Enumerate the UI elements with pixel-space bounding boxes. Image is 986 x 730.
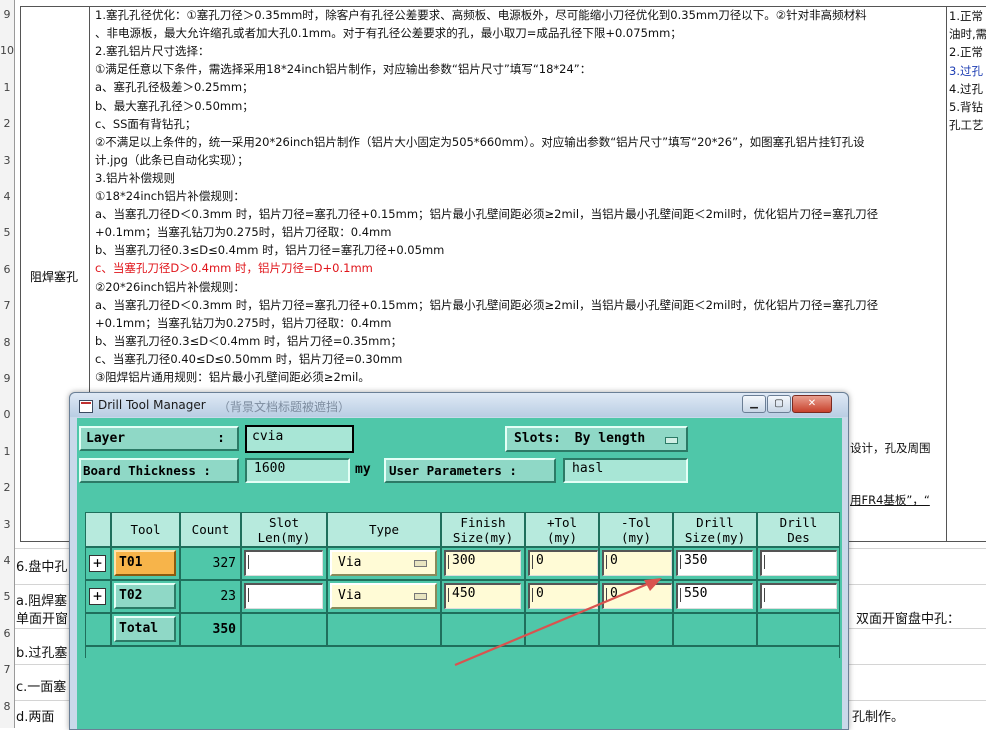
annotation-arrow xyxy=(454,578,662,667)
arrow-head xyxy=(644,578,662,591)
arrow-line xyxy=(454,581,651,667)
